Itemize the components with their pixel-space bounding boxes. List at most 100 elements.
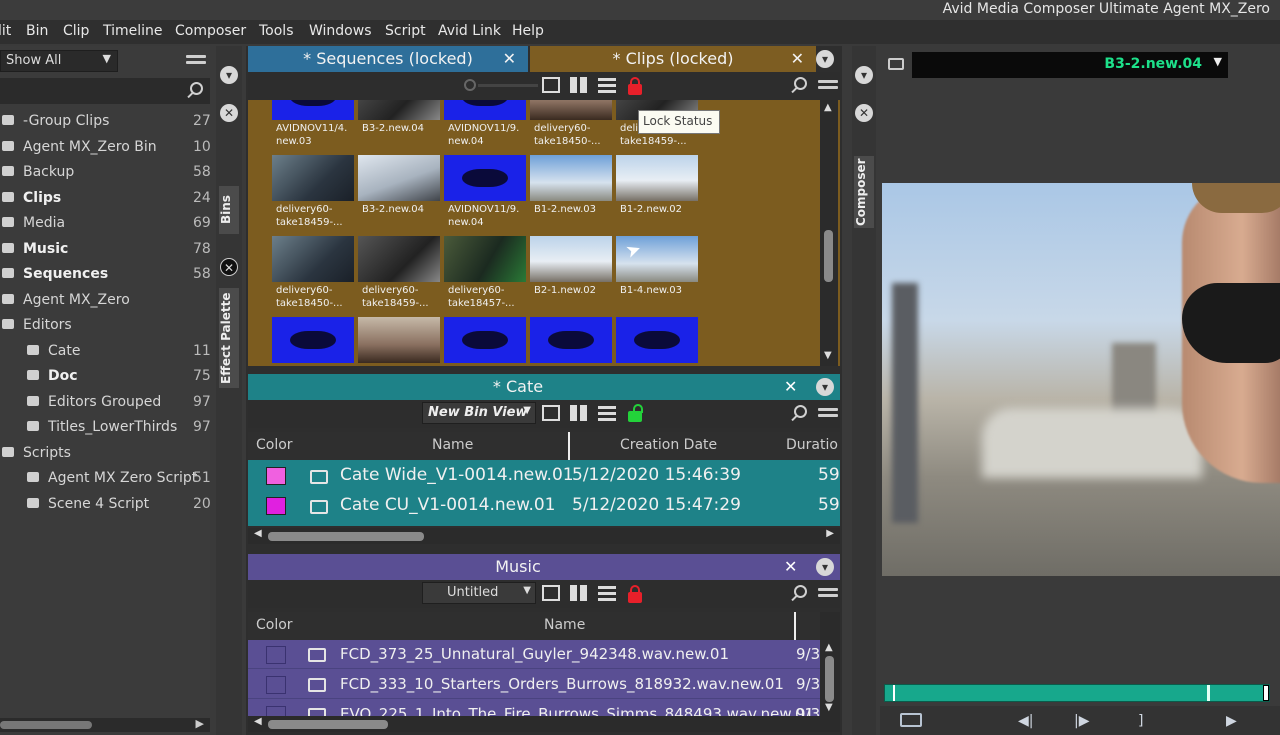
bin-list-item[interactable]: Media 69 xyxy=(0,212,211,237)
close-icon[interactable]: ✕ xyxy=(784,377,797,396)
chevron-down-icon[interactable]: ▾ xyxy=(816,378,834,396)
table-row[interactable]: FCD_373_25_Unnatural_Guyler_942348.wav.n… xyxy=(248,640,820,669)
script-view-icon[interactable] xyxy=(598,77,616,93)
tab-composer[interactable]: Composer xyxy=(854,156,874,228)
clips-scrollbar[interactable]: ▲ ▼ xyxy=(820,100,838,366)
clip-thumbnail[interactable]: delivery60- take18459-... xyxy=(272,155,354,233)
clip-thumbnail[interactable]: B1-2.new.03 xyxy=(530,155,612,233)
lock-icon[interactable] xyxy=(628,585,642,603)
scroll-down-icon[interactable]: ▼ xyxy=(824,350,832,361)
close-icon[interactable]: ✕ xyxy=(220,104,238,122)
menu-icon[interactable] xyxy=(818,80,838,94)
clip-thumbnail[interactable]: B3-2.new.04 xyxy=(358,100,440,152)
script-view-icon[interactable] xyxy=(598,405,616,421)
music-bin-header[interactable]: Music ✕ ▾ xyxy=(248,554,840,580)
mark-out-icon[interactable]: ] xyxy=(1138,713,1143,729)
clip-thumbnail[interactable]: delivery60- take18459-... xyxy=(358,236,440,314)
chevron-down-icon[interactable]: ▾ xyxy=(816,558,834,576)
column-creation-date[interactable]: Creation Date xyxy=(620,437,717,453)
clip-thumbnail[interactable] xyxy=(444,317,526,366)
table-row[interactable]: Cate Wide_V1-0014.new.01 5/12/2020 15:46:… xyxy=(248,462,840,491)
clip-thumbnail[interactable]: B2-1.new.02 xyxy=(530,236,612,314)
clip-thumbnail[interactable] xyxy=(272,317,354,366)
column-color[interactable]: Color xyxy=(256,437,293,453)
color-swatch[interactable] xyxy=(266,467,286,485)
search-icon[interactable] xyxy=(790,77,808,95)
scroll-up-icon[interactable]: ▲ xyxy=(824,102,832,113)
menu-tools[interactable]: Tools xyxy=(259,23,294,39)
music-vscrollbar[interactable]: ▲ ▼ xyxy=(820,612,840,716)
bin-list-item[interactable]: Titles_LowerThirds 97 xyxy=(0,416,211,441)
menu-file[interactable]: lit xyxy=(0,23,11,39)
list-view-icon[interactable] xyxy=(542,585,560,601)
color-swatch[interactable] xyxy=(266,706,286,716)
scroll-left-icon[interactable]: ◀ xyxy=(254,716,262,727)
clip-thumbnail[interactable]: delivery60- take18450-... xyxy=(272,236,354,314)
column-name[interactable]: Name xyxy=(544,617,585,633)
table-row[interactable]: EVO_225_1_Into_The_Fire_Burrows_Simms_84… xyxy=(248,700,820,716)
bin-list-item[interactable]: Clips 24 xyxy=(0,187,211,212)
color-swatch[interactable] xyxy=(266,497,286,515)
close-icon[interactable]: ✕ xyxy=(784,557,797,576)
bin-list-item[interactable]: Editors Grouped 97 xyxy=(0,391,211,416)
monitor-icon[interactable] xyxy=(888,58,904,70)
clip-thumbnail[interactable]: delivery60- take18457-... xyxy=(444,236,526,314)
scroll-up-icon[interactable]: ▲ xyxy=(825,642,833,653)
clip-thumbnail[interactable]: delivery60- take18450-... xyxy=(530,100,612,152)
bin-list-item[interactable]: Agent MX_Zero Bin 10 xyxy=(0,136,211,161)
scroll-right-icon[interactable]: ▶ xyxy=(196,717,204,730)
bin-view-dropdown[interactable]: Untitled ▼ xyxy=(422,582,536,604)
clip-thumbnail[interactable]: B1-2.new.02 xyxy=(616,155,698,233)
bin-view-dropdown[interactable]: New Bin View ▼ xyxy=(422,402,536,424)
menu-help[interactable]: Help xyxy=(512,23,544,39)
cate-bin-header[interactable]: * Cate ✕ ▾ xyxy=(248,374,840,400)
bin-list-item[interactable]: -Group Clips 27 xyxy=(0,110,211,135)
script-view-icon[interactable] xyxy=(598,585,616,601)
close-icon[interactable]: ✕ xyxy=(503,46,516,72)
scale-slider-handle[interactable] xyxy=(464,79,476,91)
menu-windows[interactable]: Windows xyxy=(309,23,372,39)
bin-list-item[interactable]: Doc 75 xyxy=(0,365,211,390)
bin-list-item[interactable]: Scripts xyxy=(0,442,210,467)
chevron-down-icon[interactable]: ▼ xyxy=(1214,55,1222,68)
position-indicator[interactable] xyxy=(568,432,570,460)
menu-timeline[interactable]: Timeline xyxy=(103,23,163,39)
clip-thumbnail[interactable] xyxy=(616,317,698,366)
close-icon[interactable]: ✕ xyxy=(855,104,873,122)
column-duration[interactable]: Duratio xyxy=(786,437,838,453)
menu-clip[interactable]: Clip xyxy=(63,23,89,39)
clip-thumbnail[interactable]: B3-2.new.04 xyxy=(358,155,440,233)
close-icon[interactable]: ✕ xyxy=(220,258,238,276)
bin-list-item[interactable]: Agent MX Zero Script 51 xyxy=(0,467,211,492)
search-icon[interactable] xyxy=(186,82,204,100)
clip-name-display[interactable]: B3-2.new.04 ▼ xyxy=(912,52,1228,78)
menu-icon[interactable] xyxy=(186,55,206,69)
column-name[interactable]: Name xyxy=(432,437,473,453)
color-swatch[interactable] xyxy=(266,676,286,694)
tab-bins[interactable]: Bins xyxy=(219,186,239,234)
unlocked-icon[interactable] xyxy=(628,404,643,422)
clip-thumbnail[interactable]: AVIDNOV11/9. new.04 xyxy=(444,100,526,152)
list-view-icon[interactable] xyxy=(542,405,560,421)
bin-list-item[interactable]: Music 78 xyxy=(0,238,211,263)
lock-icon[interactable] xyxy=(628,77,642,95)
menu-script[interactable]: Script xyxy=(385,23,426,39)
frame-view-icon[interactable] xyxy=(570,405,588,421)
position-indicator[interactable] xyxy=(794,612,796,640)
scroll-left-icon[interactable]: ◀ xyxy=(254,528,262,539)
cate-hscrollbar[interactable]: ◀ ▶ xyxy=(248,528,840,544)
play-icon[interactable]: |▶ xyxy=(1074,713,1089,729)
tab-sequences[interactable]: * Sequences (locked) ✕ xyxy=(248,46,528,72)
menu-composer[interactable]: Composer xyxy=(175,23,246,39)
bin-search-bar[interactable] xyxy=(0,78,210,104)
step-forward-icon[interactable]: ▶ xyxy=(1226,713,1237,729)
bin-list-item[interactable]: Backup 58 xyxy=(0,161,211,186)
position-bar[interactable] xyxy=(884,684,1270,702)
table-row[interactable]: Cate CU_V1-0014.new.01 5/12/2020 15:47:29… xyxy=(248,492,840,521)
music-hscrollbar[interactable]: ◀ xyxy=(248,716,840,732)
bin-list-item[interactable]: Cate 11 xyxy=(0,340,211,365)
search-icon[interactable] xyxy=(790,585,808,603)
list-view-icon[interactable] xyxy=(542,77,560,93)
menu-avid-link[interactable]: Avid Link xyxy=(438,23,501,39)
chevron-down-icon[interactable]: ▾ xyxy=(220,66,238,84)
